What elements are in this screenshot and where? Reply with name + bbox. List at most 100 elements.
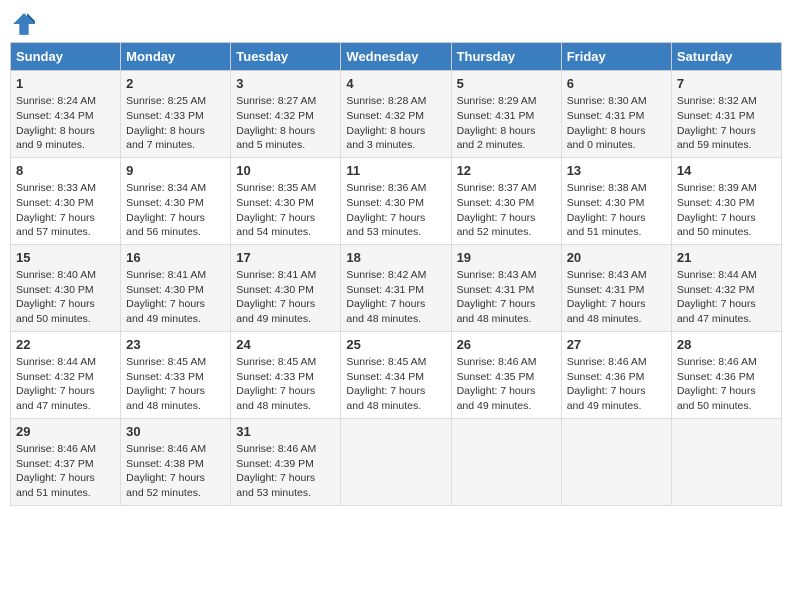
sunset: Sunset: 4:30 PM xyxy=(457,197,535,209)
sunset: Sunset: 4:31 PM xyxy=(677,110,755,122)
day-header-friday: Friday xyxy=(561,43,671,71)
day-number: 26 xyxy=(457,336,556,354)
day-number: 30 xyxy=(126,423,225,441)
daylight: Daylight: 7 hours and 47 minutes. xyxy=(16,385,95,412)
calendar-cell: 14Sunrise: 8:39 AMSunset: 4:30 PMDayligh… xyxy=(671,157,781,244)
calendar-cell: 20Sunrise: 8:43 AMSunset: 4:31 PMDayligh… xyxy=(561,244,671,331)
day-number: 11 xyxy=(346,162,445,180)
sunrise: Sunrise: 8:27 AM xyxy=(236,95,316,107)
daylight: Daylight: 7 hours and 49 minutes. xyxy=(236,298,315,325)
calendar-cell: 22Sunrise: 8:44 AMSunset: 4:32 PMDayligh… xyxy=(11,331,121,418)
day-number: 18 xyxy=(346,249,445,267)
sunset: Sunset: 4:35 PM xyxy=(457,371,535,383)
sunset: Sunset: 4:31 PM xyxy=(567,110,645,122)
calendar-cell: 1Sunrise: 8:24 AMSunset: 4:34 PMDaylight… xyxy=(11,71,121,158)
daylight: Daylight: 7 hours and 51 minutes. xyxy=(567,212,646,239)
daylight: Daylight: 7 hours and 48 minutes. xyxy=(346,385,425,412)
daylight: Daylight: 7 hours and 56 minutes. xyxy=(126,212,205,239)
sunrise: Sunrise: 8:46 AM xyxy=(126,443,206,455)
daylight: Daylight: 7 hours and 53 minutes. xyxy=(236,472,315,499)
sunset: Sunset: 4:33 PM xyxy=(236,371,314,383)
sunrise: Sunrise: 8:25 AM xyxy=(126,95,206,107)
calendar-cell: 24Sunrise: 8:45 AMSunset: 4:33 PMDayligh… xyxy=(231,331,341,418)
daylight: Daylight: 7 hours and 54 minutes. xyxy=(236,212,315,239)
daylight: Daylight: 7 hours and 57 minutes. xyxy=(16,212,95,239)
sunrise: Sunrise: 8:24 AM xyxy=(16,95,96,107)
sunset: Sunset: 4:34 PM xyxy=(16,110,94,122)
daylight: Daylight: 7 hours and 48 minutes. xyxy=(126,385,205,412)
calendar-cell: 21Sunrise: 8:44 AMSunset: 4:32 PMDayligh… xyxy=(671,244,781,331)
day-number: 2 xyxy=(126,75,225,93)
daylight: Daylight: 7 hours and 59 minutes. xyxy=(677,125,756,152)
calendar-week-row: 8 Sunrise: 8:33 AM Sunset: 4:30 PM Daylight… xyxy=(11,157,782,244)
day-number: 21 xyxy=(677,249,776,267)
sunset: Sunset: 4:30 PM xyxy=(236,197,314,209)
calendar-cell: 27Sunrise: 8:46 AMSunset: 4:36 PMDayligh… xyxy=(561,331,671,418)
day-number: 17 xyxy=(236,249,335,267)
sunrise: Sunrise: 8:40 AM xyxy=(16,269,96,281)
daylight: Daylight: 7 hours and 51 minutes. xyxy=(16,472,95,499)
daylight: Daylight: 7 hours and 49 minutes. xyxy=(126,298,205,325)
sunset: Sunset: 4:31 PM xyxy=(457,284,535,296)
calendar-cell: 23Sunrise: 8:45 AMSunset: 4:33 PMDayligh… xyxy=(121,331,231,418)
sunrise: Sunrise: 8:36 AM xyxy=(346,182,426,194)
sunrise: Sunrise: 8:41 AM xyxy=(126,269,206,281)
calendar-cell: 16Sunrise: 8:41 AMSunset: 4:30 PMDayligh… xyxy=(121,244,231,331)
day-number: 15 xyxy=(16,249,115,267)
daylight: Daylight: 7 hours and 48 minutes. xyxy=(236,385,315,412)
calendar-cell: 2Sunrise: 8:25 AMSunset: 4:33 PMDaylight… xyxy=(121,71,231,158)
day-number: 9 xyxy=(126,162,225,180)
sunrise: Sunrise: 8:41 AM xyxy=(236,269,316,281)
day-number: 14 xyxy=(677,162,776,180)
day-number: 22 xyxy=(16,336,115,354)
day-number: 28 xyxy=(677,336,776,354)
logo-icon xyxy=(10,10,38,38)
sunrise: Sunrise: 8:46 AM xyxy=(236,443,316,455)
day-number: 10 xyxy=(236,162,335,180)
calendar-cell: 8 Sunrise: 8:33 AM Sunset: 4:30 PM Daylight… xyxy=(11,157,121,244)
sunset: Sunset: 4:30 PM xyxy=(126,197,204,209)
calendar-cell: 3Sunrise: 8:27 AMSunset: 4:32 PMDaylight… xyxy=(231,71,341,158)
daylight: Daylight: 7 hours and 50 minutes. xyxy=(16,298,95,325)
sunrise: Sunrise: 8:34 AM xyxy=(126,182,206,194)
calendar-cell: 15Sunrise: 8:40 AMSunset: 4:30 PMDayligh… xyxy=(11,244,121,331)
calendar-week-row: 29Sunrise: 8:46 AMSunset: 4:37 PMDayligh… xyxy=(11,418,782,505)
calendar-week-row: 1Sunrise: 8:24 AMSunset: 4:34 PMDaylight… xyxy=(11,71,782,158)
daylight: Daylight: 7 hours and 48 minutes. xyxy=(567,298,646,325)
sunrise: Sunrise: 8:29 AM xyxy=(457,95,537,107)
sunset: Sunset: 4:30 PM xyxy=(567,197,645,209)
calendar-cell xyxy=(561,418,671,505)
sunset: Sunset: 4:30 PM xyxy=(16,197,94,209)
sunset: Sunset: 4:32 PM xyxy=(16,371,94,383)
sunrise: Sunrise: 8:35 AM xyxy=(236,182,316,194)
sunrise: Sunrise: 8:32 AM xyxy=(677,95,757,107)
day-header-tuesday: Tuesday xyxy=(231,43,341,71)
calendar-header-row: SundayMondayTuesdayWednesdayThursdayFrid… xyxy=(11,43,782,71)
sunset: Sunset: 4:32 PM xyxy=(677,284,755,296)
calendar-cell: 30Sunrise: 8:46 AMSunset: 4:38 PMDayligh… xyxy=(121,418,231,505)
sunset: Sunset: 4:33 PM xyxy=(126,110,204,122)
calendar-cell: 9 Sunrise: 8:34 AM Sunset: 4:30 PM Daylight… xyxy=(121,157,231,244)
day-header-thursday: Thursday xyxy=(451,43,561,71)
daylight: Daylight: 7 hours and 50 minutes. xyxy=(677,212,756,239)
daylight: Daylight: 8 hours and 2 minutes. xyxy=(457,125,536,152)
sunrise: Sunrise: 8:28 AM xyxy=(346,95,426,107)
day-header-wednesday: Wednesday xyxy=(341,43,451,71)
calendar-cell: 6Sunrise: 8:30 AMSunset: 4:31 PMDaylight… xyxy=(561,71,671,158)
daylight: Daylight: 7 hours and 52 minutes. xyxy=(126,472,205,499)
calendar-cell: 29Sunrise: 8:46 AMSunset: 4:37 PMDayligh… xyxy=(11,418,121,505)
day-number: 3 xyxy=(236,75,335,93)
sunrise: Sunrise: 8:30 AM xyxy=(567,95,647,107)
sunset: Sunset: 4:31 PM xyxy=(457,110,535,122)
sunset: Sunset: 4:32 PM xyxy=(236,110,314,122)
daylight: Daylight: 7 hours and 50 minutes. xyxy=(677,385,756,412)
sunset: Sunset: 4:30 PM xyxy=(677,197,755,209)
day-header-saturday: Saturday xyxy=(671,43,781,71)
day-number: 16 xyxy=(126,249,225,267)
day-header-monday: Monday xyxy=(121,43,231,71)
sunrise: Sunrise: 8:44 AM xyxy=(677,269,757,281)
day-number: 8 xyxy=(16,162,115,180)
sunrise: Sunrise: 8:33 AM xyxy=(16,182,96,194)
calendar-cell xyxy=(341,418,451,505)
sunset: Sunset: 4:31 PM xyxy=(346,284,424,296)
